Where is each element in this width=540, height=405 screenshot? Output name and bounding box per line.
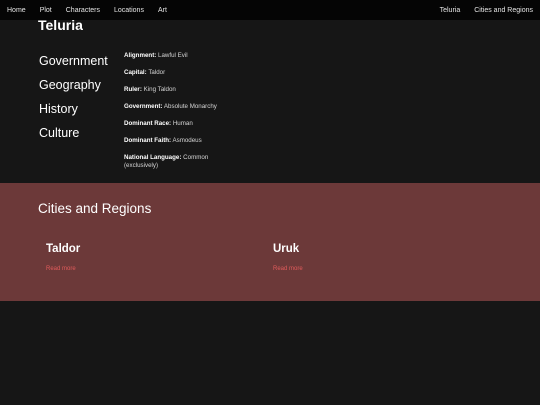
fact-value: Taldor	[148, 68, 166, 76]
nav-right-group: Teluria Cities and Regions	[426, 7, 540, 14]
topic-menu: Government Geography History Culture	[39, 52, 108, 148]
fact-label: Dominant Race:	[124, 119, 172, 127]
fact-alignment: Alignment: Lawful Evil	[124, 52, 234, 60]
fact-national-language: National Language: Common (exclusively)	[124, 154, 234, 169]
read-more-link[interactable]: Read more	[46, 266, 80, 272]
nav-item-plot[interactable]: Plot	[40, 7, 52, 14]
topic-geography[interactable]: Geography	[39, 76, 108, 100]
fact-value: King Taldon	[143, 85, 176, 93]
nav-item-art[interactable]: Art	[158, 7, 167, 14]
fact-value: Asmodeus	[172, 136, 202, 144]
fact-capital: Capital: Taldor	[124, 69, 234, 77]
section-heading: Cities and Regions	[38, 201, 152, 216]
fact-label: Dominant Faith:	[124, 136, 172, 144]
city-name: Taldor	[46, 243, 81, 255]
fact-value: Lawful Evil	[158, 52, 188, 59]
fact-label: Capital:	[124, 68, 147, 76]
city-name: Uruk	[273, 243, 300, 255]
city-card-taldor: Taldor Read more	[46, 243, 80, 272]
nav-item-characters[interactable]: Characters	[66, 7, 100, 14]
fact-value: Absolute Monarchy	[163, 102, 217, 110]
nav-left-group: Home Plot Characters Locations Art	[0, 7, 181, 14]
nav-item-home[interactable]: Home	[7, 7, 26, 14]
facts-list: Alignment: Lawful Evil Capital: Taldor R…	[124, 52, 234, 178]
fact-label: Alignment:	[124, 52, 157, 59]
fact-dominant-faith: Dominant Faith: Asmodeus	[124, 137, 234, 145]
fact-value: Human	[172, 119, 193, 127]
fact-dominant-race: Dominant Race: Human	[124, 120, 234, 128]
fact-label: National Language:	[124, 153, 182, 161]
nav-item-locations[interactable]: Locations	[114, 7, 144, 14]
nav-item-cities-and-regions[interactable]: Cities and Regions	[474, 7, 533, 14]
topic-government[interactable]: Government	[39, 52, 108, 76]
fact-government: Government: Absolute Monarchy	[124, 103, 234, 111]
topic-culture[interactable]: Culture	[39, 124, 108, 148]
page-title: Teluria	[38, 17, 83, 33]
nav-item-teluria[interactable]: Teluria	[440, 7, 461, 14]
fact-label: Government:	[124, 102, 163, 110]
fact-label: Ruler:	[124, 85, 142, 93]
cities-and-regions-section: Cities and Regions Taldor Read more Uruk…	[0, 183, 540, 301]
read-more-link[interactable]: Read more	[273, 266, 303, 272]
city-card-uruk: Uruk Read more	[273, 243, 303, 272]
topic-history[interactable]: History	[39, 100, 108, 124]
fact-ruler: Ruler: King Taldon	[124, 86, 234, 94]
